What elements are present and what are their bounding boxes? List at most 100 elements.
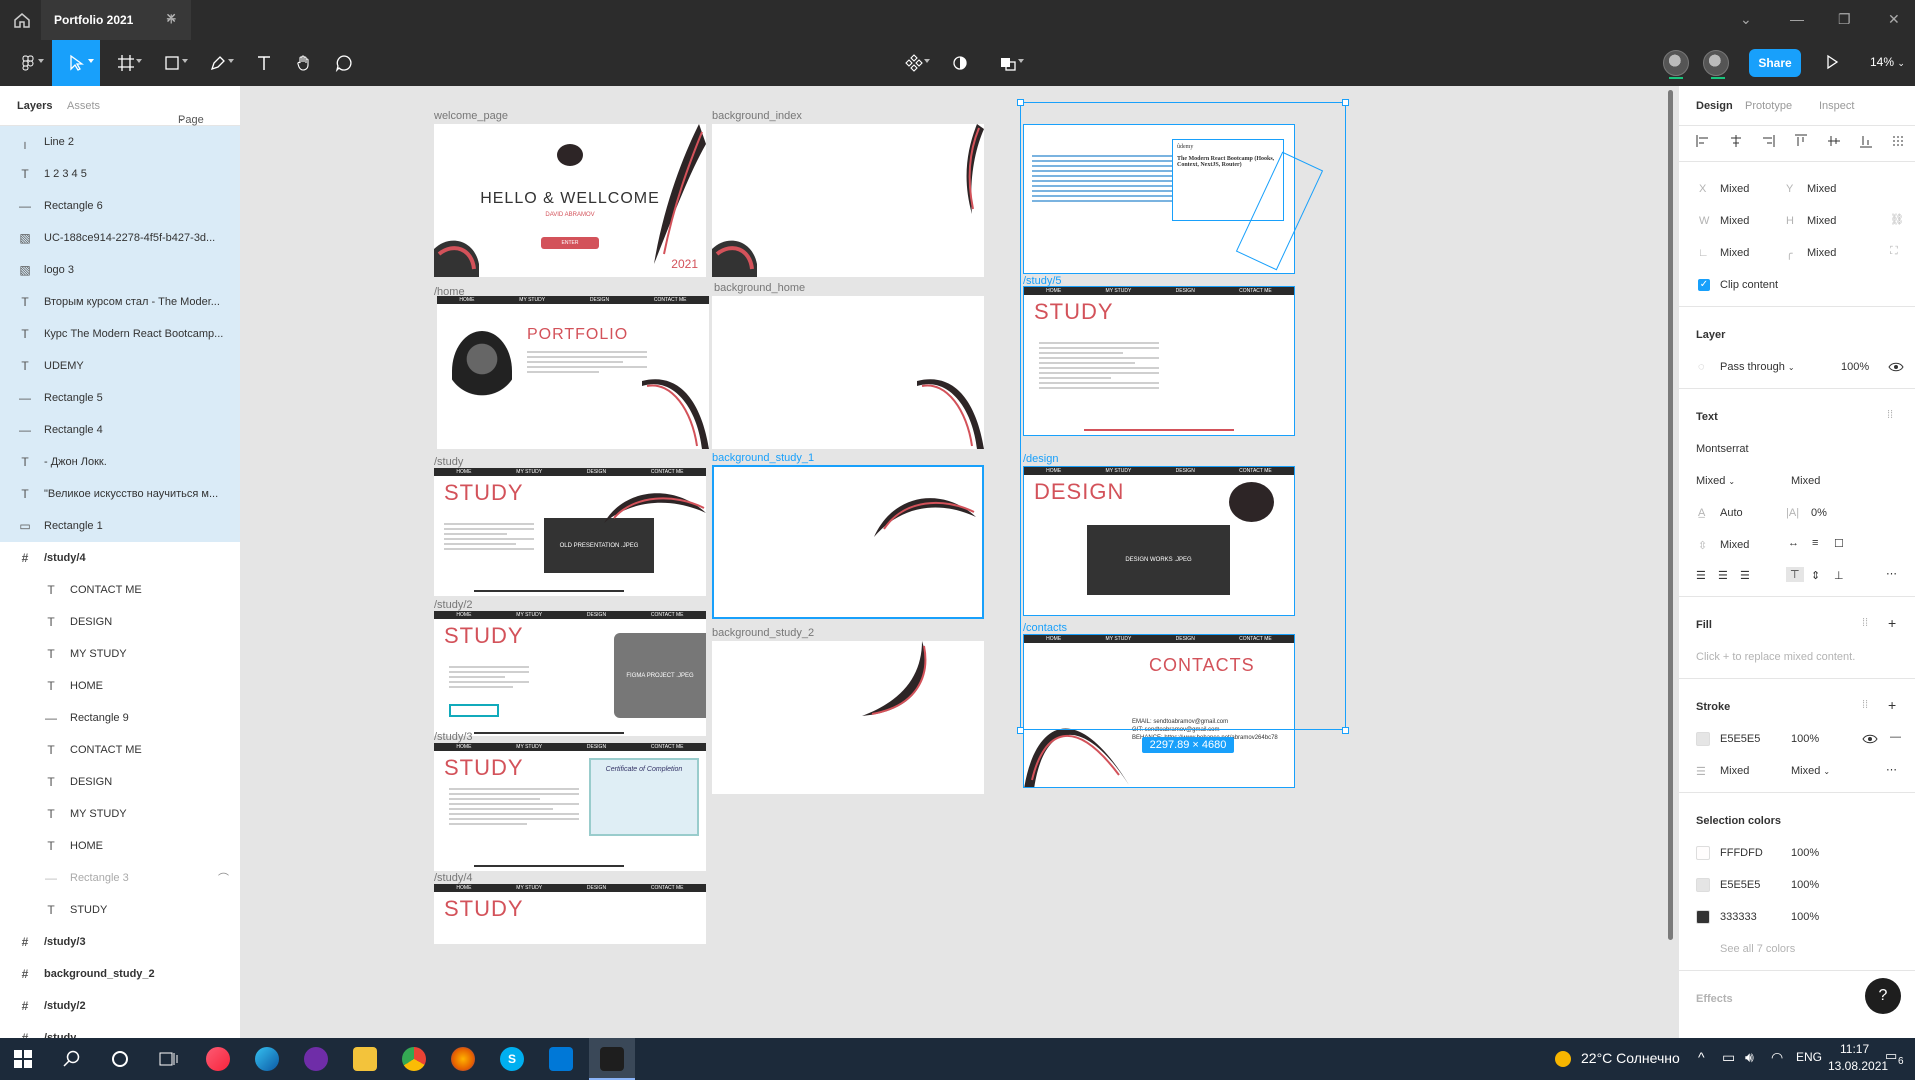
stroke-opacity-field[interactable]: 100% <box>1791 733 1819 745</box>
chevron-up-icon[interactable]: ^ <box>1698 1049 1705 1065</box>
layer-row[interactable]: T DESIGN <box>0 766 240 798</box>
text-align-center-icon[interactable]: ☰ <box>1718 569 1728 582</box>
layer-row[interactable]: — Rectangle 3 ⌒ <box>0 862 240 894</box>
mask-button[interactable] <box>938 40 982 86</box>
pen-tool-button[interactable] <box>196 40 240 86</box>
font-family-dropdown[interactable]: Montserrat <box>1696 443 1749 455</box>
frame-label-welcome-page[interactable]: welcome_page <box>434 110 508 122</box>
constrain-proportions-icon[interactable]: ⛓ <box>1890 213 1904 226</box>
align-text-middle-icon[interactable]: ⇕ <box>1811 569 1820 582</box>
volume-icon[interactable]: 🔊︎ <box>1745 1049 1754 1066</box>
stroke-color-field[interactable]: E5E5E5 <box>1720 733 1760 745</box>
align-middle-icon[interactable] <box>1827 134 1841 148</box>
frame-label-contacts[interactable]: /contacts <box>1023 622 1067 634</box>
minimize-icon[interactable]: — <box>1790 11 1804 27</box>
frame-study-3[interactable]: HOME MY STUDY DESIGN CONTACT ME STUDY Certi… <box>434 743 706 871</box>
frame-welcome-page[interactable]: HELLO & WELLCOME DAVID ABRAMOV ENTER 202… <box>434 124 706 277</box>
independent-corners-icon[interactable]: ⛶ <box>1890 245 1898 258</box>
layer-row[interactable]: # /study/4 <box>0 542 240 574</box>
color-opacity[interactable]: 100% <box>1791 879 1819 891</box>
more-options-icon[interactable]: ⋯ <box>1886 567 1897 580</box>
canvas[interactable]: welcome_page HELLO & WELLCOME DAVID ABRA… <box>242 86 1677 1038</box>
frame-label-study-4[interactable]: /study/4 <box>434 872 473 884</box>
color-swatch[interactable] <box>1696 878 1710 892</box>
text-align-left-icon[interactable]: ☰ <box>1696 569 1706 582</box>
x-field[interactable]: Mixed <box>1720 183 1749 195</box>
frame-study[interactable]: HOME MY STUDY DESIGN CONTACT ME STUDY OLD P… <box>434 468 706 596</box>
vscode-icon[interactable] <box>549 1047 573 1071</box>
letter-spacing-field[interactable]: 0% <box>1811 507 1827 519</box>
layer-row[interactable]: T Курс The Modern React Bootcamp... <box>0 318 240 350</box>
align-right-icon[interactable] <box>1761 134 1775 148</box>
avatar[interactable] <box>1703 50 1729 76</box>
search-icon[interactable] <box>63 1050 81 1068</box>
add-stroke-icon[interactable]: + <box>1888 697 1896 713</box>
layer-row[interactable]: T "Великое искусство научиться м... <box>0 478 240 510</box>
auto-height-icon[interactable]: ≡ <box>1812 537 1818 549</box>
color-swatch[interactable] <box>1696 910 1710 924</box>
layer-row[interactable]: T STUDY <box>0 894 240 926</box>
frame-home[interactable]: HOME MY STUDY DESIGN CONTACT ME PORTFOLIO <box>437 296 709 449</box>
selection-handle[interactable] <box>1342 99 1349 106</box>
layer-row[interactable]: ▭ Rectangle 1 <box>0 510 240 542</box>
layer-row[interactable]: # /study/3 <box>0 926 240 958</box>
add-fill-icon[interactable]: + <box>1888 615 1896 631</box>
layer-row[interactable]: # /study/2 <box>0 990 240 1022</box>
frame-background-study-1[interactable] <box>712 465 984 619</box>
layer-row[interactable]: — Rectangle 4 <box>0 414 240 446</box>
close-window-icon[interactable]: ✕ <box>1888 11 1900 28</box>
eye-icon[interactable] <box>1862 731 1878 747</box>
canvas-scrollbar[interactable] <box>1668 90 1673 940</box>
eye-icon[interactable] <box>1888 359 1904 375</box>
color-hex[interactable]: 333333 <box>1720 911 1757 923</box>
blend-mode-dropdown[interactable]: Pass through ⌄ <box>1720 361 1795 373</box>
remove-stroke-icon[interactable]: — <box>1890 731 1901 743</box>
firefox-icon[interactable] <box>451 1047 475 1071</box>
color-opacity[interactable]: 100% <box>1791 911 1819 923</box>
layer-row[interactable]: T CONTACT ME <box>0 734 240 766</box>
frame-label-study-3[interactable]: /study/3 <box>434 731 473 743</box>
frame-study-4[interactable]: HOME MY STUDY DESIGN CONTACT ME STUDY <box>434 884 706 944</box>
frame-label-study[interactable]: /study <box>434 456 463 468</box>
layer-row[interactable]: ▧ logo 3 <box>0 254 240 286</box>
layer-row[interactable]: # background_study_2 <box>0 958 240 990</box>
skype-icon[interactable]: S <box>500 1047 524 1071</box>
podcast-app-icon[interactable] <box>304 1047 328 1071</box>
main-menu-button[interactable] <box>6 40 50 86</box>
fill-styles-icon[interactable]: ⁞⁞ <box>1862 617 1868 629</box>
layer-row[interactable]: T HOME <box>0 670 240 702</box>
color-hex[interactable]: FFFDFD <box>1720 847 1763 859</box>
layer-opacity-field[interactable]: 100% <box>1841 361 1869 373</box>
fixed-size-icon[interactable]: ☐ <box>1834 537 1844 550</box>
layer-row[interactable]: T HOME <box>0 830 240 862</box>
layer-row[interactable]: T MY STUDY <box>0 798 240 830</box>
edge-icon[interactable] <box>255 1047 279 1071</box>
share-button[interactable]: Share <box>1749 49 1801 77</box>
avatar[interactable] <box>1663 50 1689 76</box>
y-field[interactable]: Mixed <box>1807 183 1836 195</box>
line-height-field[interactable]: Auto <box>1720 507 1743 519</box>
auto-width-icon[interactable]: ↔ <box>1788 537 1799 549</box>
zoom-dropdown[interactable]: 14% ⌄ <box>1870 55 1905 69</box>
layer-row[interactable]: — Rectangle 9 <box>0 702 240 734</box>
frame-label-background-study-2[interactable]: background_study_2 <box>712 627 814 639</box>
layer-row[interactable]: T UDEMY <box>0 350 240 382</box>
selection-handle[interactable] <box>1342 727 1349 734</box>
stroke-more-icon[interactable]: ⋯ <box>1886 763 1897 776</box>
component-button[interactable] <box>892 40 936 86</box>
font-style-dropdown[interactable]: Mixed ⌄ <box>1696 475 1735 487</box>
frame-study-2[interactable]: HOME MY STUDY DESIGN CONTACT ME STUDY FIGMA… <box>434 611 706 736</box>
layer-row[interactable]: T MY STUDY <box>0 638 240 670</box>
align-text-top-icon[interactable]: ⊤ <box>1786 567 1804 582</box>
distribute-icon[interactable] <box>1892 134 1906 148</box>
network-icon[interactable]: ▭ <box>1722 1049 1735 1066</box>
home-icon[interactable] <box>12 10 32 30</box>
move-tool-button[interactable] <box>52 40 100 86</box>
layer-row[interactable]: ╷ Line 2 <box>0 126 240 158</box>
chrome-icon[interactable] <box>402 1047 426 1071</box>
align-top-icon[interactable] <box>1794 134 1808 148</box>
layer-row[interactable]: T - Джон Локк. <box>0 446 240 478</box>
frame-label-background-study-1[interactable]: background_study_1 <box>712 452 814 464</box>
font-size-field[interactable]: Mixed <box>1791 475 1820 487</box>
restore-icon[interactable]: ❐ <box>1838 11 1851 28</box>
